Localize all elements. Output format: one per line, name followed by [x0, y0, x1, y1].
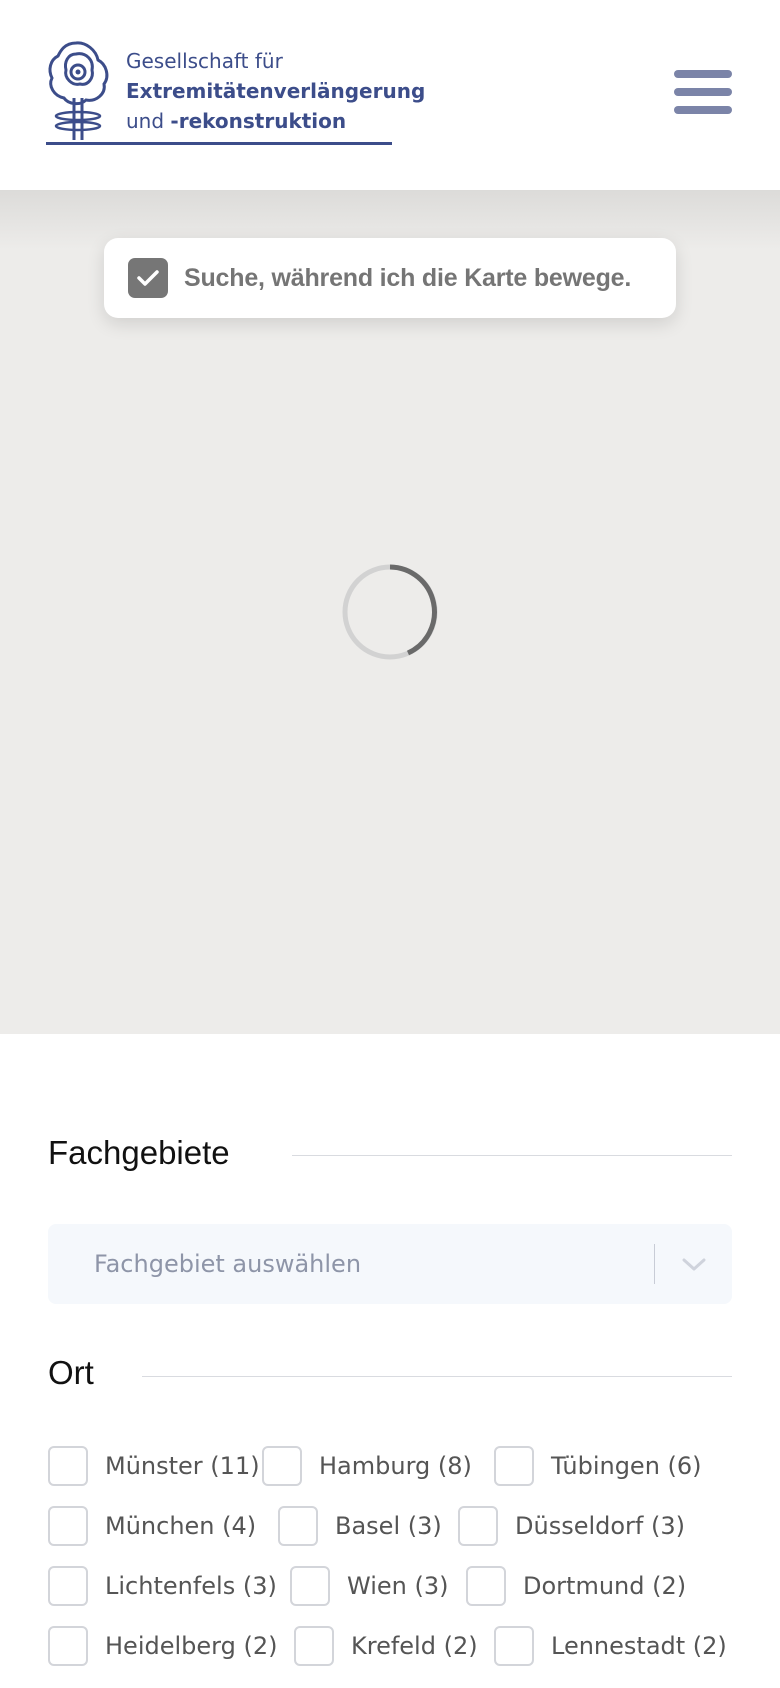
org-name-line1: Gesellschaft für [126, 49, 283, 73]
city-label: Lichtenfels (3) [105, 1572, 277, 1600]
ort-title: Ort [48, 1354, 94, 1391]
tree-logo-icon [48, 41, 109, 140]
fachgebiete-divider [292, 1155, 732, 1156]
city-filter-tuebingen[interactable]: Tübingen (6) [494, 1446, 714, 1486]
city-label: Dortmund (2) [523, 1572, 687, 1600]
map-area[interactable]: Suche, während ich die Karte bewege. [0, 190, 780, 1034]
city-checkbox[interactable] [494, 1446, 534, 1486]
city-checkbox[interactable] [458, 1506, 498, 1546]
city-filter-hamburg[interactable]: Hamburg (8) [262, 1446, 472, 1486]
city-label: Wien (3) [347, 1572, 449, 1600]
city-checkbox[interactable] [48, 1626, 88, 1666]
city-checkbox[interactable] [494, 1626, 534, 1666]
city-label: Basel (3) [335, 1512, 442, 1540]
city-label: München (4) [105, 1512, 257, 1540]
city-checkbox[interactable] [290, 1566, 330, 1606]
city-filter-basel[interactable]: Basel (3) [278, 1506, 442, 1546]
city-filter-muenchen[interactable]: München (4) [48, 1506, 258, 1546]
fachgebiete-title: Fachgebiete [48, 1134, 230, 1171]
org-name: Gesellschaft für Extremitätenverlängerun… [126, 46, 425, 136]
hamburger-menu-icon[interactable] [674, 70, 734, 120]
city-filter-krefeld[interactable]: Krefeld (2) [294, 1626, 484, 1666]
city-label: Krefeld (2) [351, 1632, 478, 1660]
city-label: Hamburg (8) [319, 1452, 472, 1480]
org-name-line3-prefix: und [126, 109, 171, 133]
org-logo[interactable]: Gesellschaft für Extremitätenverlängerun… [46, 40, 425, 148]
search-while-moving-toggle[interactable]: Suche, während ich die Karte bewege. [104, 238, 676, 318]
city-checkbox[interactable] [278, 1506, 318, 1546]
menu-bar-top [674, 70, 732, 78]
city-filter-heidelberg[interactable]: Heidelberg (2) [48, 1626, 278, 1666]
fachgebiet-select-placeholder: Fachgebiet auswählen [94, 1250, 362, 1278]
org-name-line2: Extremitätenverlängerung [126, 79, 426, 103]
city-filter-lennestadt[interactable]: Lennestadt (2) [494, 1626, 734, 1666]
chevron-down-icon[interactable] [680, 1252, 708, 1276]
fachgebiet-select[interactable]: Fachgebiet auswählen [48, 1224, 732, 1304]
select-separator [654, 1244, 655, 1284]
logo-underline [46, 142, 392, 145]
city-checkbox[interactable] [48, 1566, 88, 1606]
city-filter-dortmund[interactable]: Dortmund (2) [466, 1566, 696, 1606]
city-filter-wien[interactable]: Wien (3) [290, 1566, 450, 1606]
city-checkbox[interactable] [294, 1626, 334, 1666]
city-checkbox[interactable] [48, 1506, 88, 1546]
city-label: Münster (11) [105, 1452, 260, 1480]
city-label: Lennestadt (2) [551, 1632, 727, 1660]
city-label: Heidelberg (2) [105, 1632, 278, 1660]
city-label: Düsseldorf (3) [515, 1512, 685, 1540]
org-name-line3-bold: -rekonstruktion [170, 109, 347, 133]
loading-spinner-icon [342, 564, 438, 660]
city-checkbox[interactable] [48, 1446, 88, 1486]
check-icon [137, 270, 159, 286]
search-while-moving-label: Suche, während ich die Karte bewege. [184, 264, 632, 292]
menu-bar-middle [674, 88, 732, 96]
city-filter-lichtenfels[interactable]: Lichtenfels (3) [48, 1566, 277, 1606]
city-filter-duesseldorf[interactable]: Düsseldorf (3) [458, 1506, 698, 1546]
ort-divider [142, 1376, 732, 1377]
menu-bar-bottom [674, 106, 732, 114]
site-header: Gesellschaft für Extremitätenverlängerun… [0, 0, 780, 190]
city-filter-muenster[interactable]: Münster (11) [48, 1446, 260, 1486]
city-checkbox[interactable] [262, 1446, 302, 1486]
search-while-moving-checkbox[interactable] [128, 258, 168, 298]
city-checkbox[interactable] [466, 1566, 506, 1606]
city-label: Tübingen (6) [551, 1452, 702, 1480]
org-name-line3: und -rekonstruktion [126, 106, 425, 136]
